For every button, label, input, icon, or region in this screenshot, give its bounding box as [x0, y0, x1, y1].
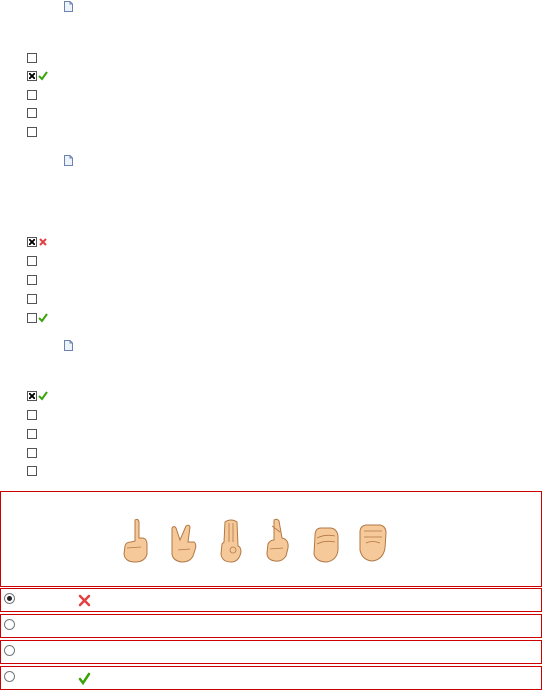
quiz-results-page	[0, 0, 542, 692]
question-2-option-1[interactable]	[27, 236, 48, 248]
checkbox[interactable]	[27, 294, 37, 304]
question-2-option-4[interactable]	[27, 293, 37, 305]
document-icon[interactable]	[64, 340, 73, 351]
checkbox[interactable]	[27, 448, 37, 458]
question-1-option-1[interactable]	[27, 52, 37, 64]
crossed-fingers-sign	[258, 516, 298, 564]
answer-option-2[interactable]	[0, 614, 542, 638]
question-3-option-4[interactable]	[27, 447, 37, 459]
answer-option-4[interactable]	[0, 666, 542, 690]
two-finger-sign	[164, 516, 204, 564]
checkbox[interactable]	[27, 391, 37, 401]
answer-option-1[interactable]	[0, 588, 542, 612]
question-2-option-5[interactable]	[27, 312, 48, 324]
incorrect-cross-icon	[78, 594, 91, 607]
hand-signs-image	[117, 516, 392, 564]
fist-sign	[352, 516, 392, 564]
correct-check-icon	[38, 313, 48, 323]
question-3-option-5[interactable]	[27, 465, 37, 477]
checkbox[interactable]	[27, 53, 37, 63]
question-1-option-3[interactable]	[27, 89, 37, 101]
question-3-option-3[interactable]	[27, 428, 37, 440]
incorrect-cross-icon	[38, 237, 48, 247]
checkbox[interactable]	[27, 466, 37, 476]
curved-hand-sign	[305, 516, 345, 564]
correct-check-icon	[38, 71, 48, 81]
answer-option-3[interactable]	[0, 640, 542, 664]
radio-button[interactable]	[4, 671, 15, 682]
checkbox[interactable]	[27, 256, 37, 266]
checkbox[interactable]	[27, 127, 37, 137]
correct-check-icon	[78, 672, 91, 685]
correct-check-icon	[38, 391, 48, 401]
checkbox[interactable]	[27, 90, 37, 100]
question-1-option-4[interactable]	[27, 107, 37, 119]
document-icon[interactable]	[64, 1, 73, 12]
checkbox[interactable]	[27, 237, 37, 247]
question-3-option-1[interactable]	[27, 390, 48, 402]
hand-signs-image-box	[0, 491, 542, 587]
checkbox[interactable]	[27, 108, 37, 118]
question-1-option-2[interactable]	[27, 70, 48, 82]
checkbox[interactable]	[27, 71, 37, 81]
question-3-option-2[interactable]	[27, 409, 37, 421]
checkbox[interactable]	[27, 410, 37, 420]
radio-button[interactable]	[4, 645, 15, 656]
question-1-option-5[interactable]	[27, 126, 37, 138]
question-2-option-3[interactable]	[27, 274, 37, 286]
question-2-option-2[interactable]	[27, 255, 37, 267]
checkbox[interactable]	[27, 275, 37, 285]
radio-button[interactable]	[4, 619, 15, 630]
flat-hand-sign	[211, 516, 251, 564]
checkbox[interactable]	[27, 429, 37, 439]
document-icon[interactable]	[64, 155, 73, 166]
checkbox[interactable]	[27, 313, 37, 323]
index-finger-sign	[117, 516, 157, 564]
radio-button[interactable]	[4, 593, 15, 604]
